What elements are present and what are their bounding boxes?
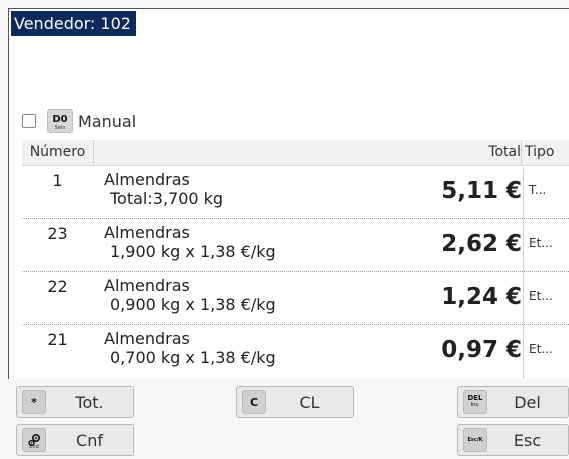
escape-button-label: Esc xyxy=(513,430,542,450)
row-type: Et... xyxy=(529,236,553,250)
config-button[interactable]: End Cnf xyxy=(16,424,134,456)
delete-button-label: Del xyxy=(514,392,541,412)
clear-button-label: CL xyxy=(299,392,320,412)
clear-button[interactable]: C CL xyxy=(236,386,354,418)
row-product-name: Almendras xyxy=(104,223,190,242)
row-total: 2,62 € xyxy=(441,231,522,257)
column-header-total[interactable]: Total xyxy=(94,140,522,165)
config-button-label: Cnf xyxy=(76,430,103,450)
manual-key-sub: Sers xyxy=(54,125,66,131)
asterisk-icon: * xyxy=(31,395,37,409)
clear-key-letter: C xyxy=(249,395,259,409)
table-row[interactable]: 22 Almendras 0,900 kg x 1,38 €/kg 1,24 €… xyxy=(22,272,569,325)
manual-checkbox[interactable] xyxy=(22,114,36,128)
config-key-sub: End xyxy=(29,444,39,450)
table-row[interactable]: 1 Almendras Total:3,700 kg 5,11 € T... xyxy=(22,166,569,219)
manual-key-hint: D0 Sers xyxy=(47,109,73,133)
row-total: 0,97 € xyxy=(441,337,522,363)
manual-label: Manual xyxy=(78,111,137,131)
delete-key-main: DEL xyxy=(467,394,483,402)
row-number: 23 xyxy=(47,224,68,243)
row-product-detail: 0,900 kg x 1,38 €/kg xyxy=(110,295,276,314)
column-divider xyxy=(523,167,524,379)
config-key-hint: End xyxy=(22,428,46,452)
total-button[interactable]: * Tot. xyxy=(16,386,134,418)
row-product-name: Almendras xyxy=(104,276,190,295)
row-type: Et... xyxy=(529,289,553,303)
column-header-number[interactable]: Número xyxy=(22,140,94,165)
delete-key-hint: DEL Ins. xyxy=(463,390,487,414)
row-type: T... xyxy=(529,183,547,197)
row-number: 1 xyxy=(52,171,63,190)
escape-key-main: Esc/K xyxy=(467,436,483,443)
row-product-name: Almendras xyxy=(104,170,190,189)
column-header-tipo[interactable]: Tipo xyxy=(525,140,554,165)
escape-key-hint: Esc/K xyxy=(463,428,487,452)
clear-key-hint: C xyxy=(242,390,266,414)
table-row[interactable]: 23 Almendras 1,900 kg x 1,38 €/kg 2,62 €… xyxy=(22,219,569,272)
row-total: 5,11 € xyxy=(441,178,522,204)
row-product-detail: Total:3,700 kg xyxy=(110,189,224,208)
row-product-detail: 1,900 kg x 1,38 €/kg xyxy=(110,242,276,261)
delete-button[interactable]: DEL Ins. Del xyxy=(457,386,569,418)
vendor-label: Vendedor: 102 xyxy=(11,11,136,36)
delete-key-sub: Ins. xyxy=(470,402,480,408)
total-button-label: Tot. xyxy=(75,392,104,412)
total-key-hint: * xyxy=(22,390,46,414)
table-header: Número Total Tipo xyxy=(22,140,569,166)
row-number: 22 xyxy=(47,277,68,296)
row-product-detail: 0,700 kg x 1,38 €/kg xyxy=(110,348,276,367)
manual-key-main: D0 xyxy=(52,114,68,125)
escape-button[interactable]: Esc/K Esc xyxy=(457,424,569,456)
table-row[interactable]: 21 Almendras 0,700 kg x 1,38 €/kg 0,97 €… xyxy=(22,325,569,377)
row-type: Et... xyxy=(529,342,553,356)
row-product-name: Almendras xyxy=(104,329,190,348)
manual-toggle[interactable]: D0 Sers Manual xyxy=(22,108,136,134)
row-total: 1,24 € xyxy=(441,284,522,310)
row-number: 21 xyxy=(47,330,68,349)
